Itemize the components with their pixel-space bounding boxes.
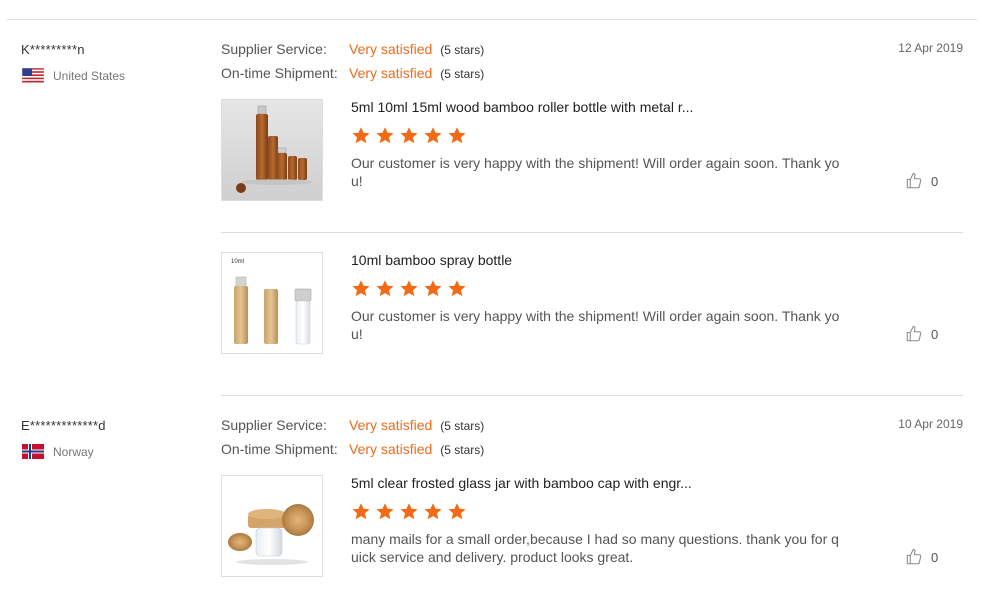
shipment-value: Very satisfied [349,65,433,81]
review-text: many mails for a small order,because I h… [351,531,839,565]
shipment-row: On-time Shipment: Very satisfied (5 star… [221,441,484,459]
star-icon [448,280,466,297]
spray-bottle-image: 10ml [222,253,322,353]
star-icon [352,280,370,297]
shipment-stars: (5 stars) [440,67,485,81]
like-count: 0 [931,549,939,565]
product-review: 5ml clear frosted glass jar with bamboo … [221,475,963,578]
buyer-name: E*************d [21,418,106,433]
star-icon [400,127,418,144]
thumbs-up-icon [906,325,922,342]
product-review: 5ml 10ml 15ml wood bamboo roller bottle … [221,99,963,202]
top-divider [7,19,977,20]
shipment-label: On-time Shipment: [221,65,338,81]
product-title[interactable]: 5ml clear frosted glass jar with bamboo … [351,475,692,491]
star-icon [376,127,394,144]
supplier-service-label: Supplier Service: [221,41,327,57]
review-text: Our customer is very happy with the ship… [351,308,840,342]
review-date: 12 Apr 2019 [898,41,963,55]
review-text: Our customer is very happy with the ship… [351,155,840,189]
star-icon [376,503,394,520]
supplier-service-label: Supplier Service: [221,417,327,433]
product-thumbnail[interactable] [221,99,323,201]
star-rating [351,502,467,521]
star-icon [400,503,418,520]
glass-jar-image [222,476,322,576]
product-title[interactable]: 5ml 10ml 15ml wood bamboo roller bottle … [351,99,693,115]
us-flag-icon [22,68,44,83]
thumbs-up-icon [906,548,922,565]
like-button[interactable]: 0 [905,172,938,190]
product-title[interactable]: 10ml bamboo spray bottle [351,252,512,268]
star-icon [352,503,370,520]
shipment-row: On-time Shipment: Very satisfied (5 star… [221,65,484,83]
review-date: 10 Apr 2019 [898,417,963,431]
supplier-service-value: Very satisfied [349,41,433,57]
like-button[interactable]: 0 [905,548,938,566]
like-button[interactable]: 0 [905,325,938,343]
roller-bottle-image [222,100,322,200]
star-rating [351,126,467,145]
star-icon [376,280,394,297]
thumb-label: 10ml [231,259,244,265]
supplier-service-stars: (5 stars) [440,43,485,57]
shipment-value: Very satisfied [349,441,433,457]
shipment-label: On-time Shipment: [221,441,338,457]
star-icon [352,127,370,144]
buyer-name: K*********n [21,42,85,57]
review-divider [221,395,963,396]
supplier-service-row: Supplier Service: Very satisfied (5 star… [221,417,484,435]
product-divider [221,232,963,233]
like-count: 0 [931,173,939,189]
supplier-service-row: Supplier Service: Very satisfied (5 star… [221,41,484,59]
buyer-country: Norway [22,444,94,459]
star-icon [400,280,418,297]
star-icon [448,503,466,520]
buyer-country: United States [22,68,125,83]
star-icon [424,127,442,144]
country-label: United States [53,68,126,83]
thumbs-up-icon [906,172,922,189]
product-thumbnail[interactable] [221,475,323,577]
supplier-service-stars: (5 stars) [440,419,485,433]
star-icon [448,127,466,144]
norway-flag-icon [22,444,44,459]
product-thumbnail[interactable]: 10ml [221,252,323,354]
star-icon [424,280,442,297]
product-review: 10ml 10ml bamboo spray bottle Our custom… [221,252,963,355]
star-rating [351,279,467,298]
like-count: 0 [931,326,939,342]
supplier-service-value: Very satisfied [349,417,433,433]
star-icon [424,503,442,520]
shipment-stars: (5 stars) [440,443,485,457]
country-label: Norway [53,444,94,459]
